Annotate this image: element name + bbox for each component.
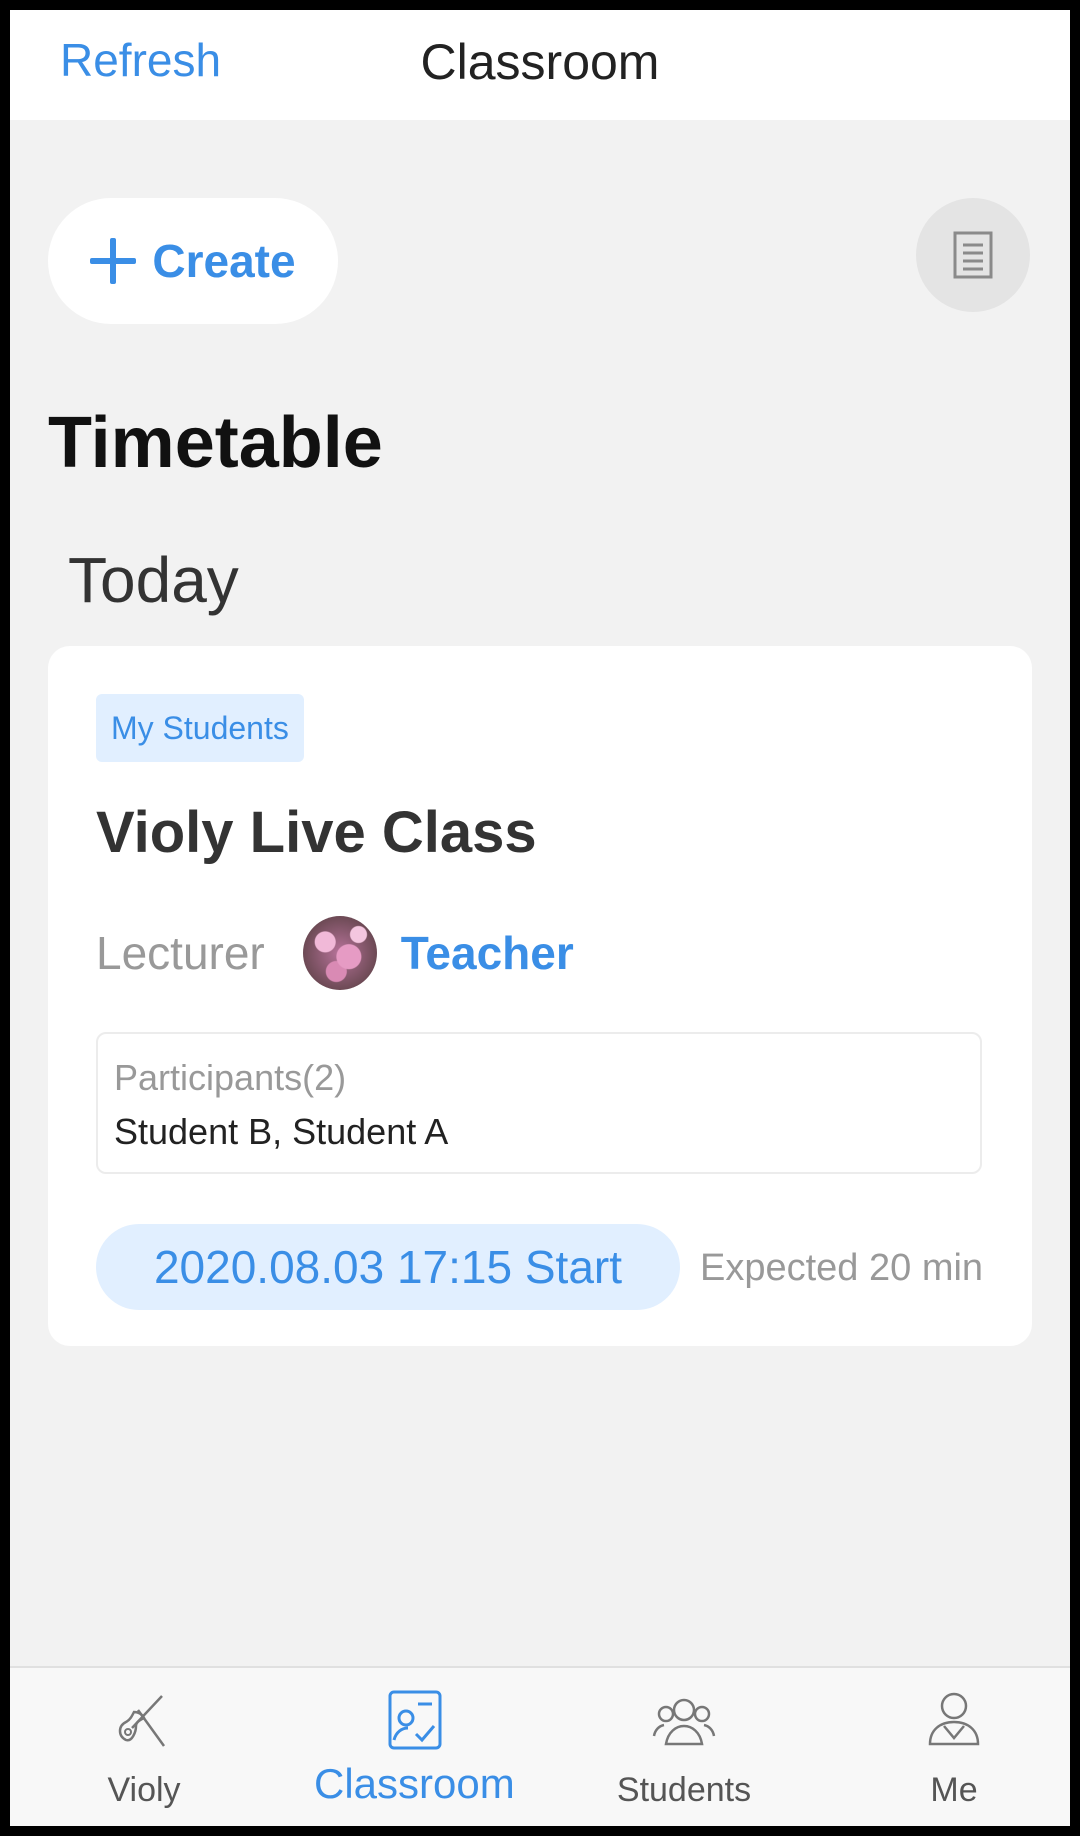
nav-item-students[interactable]: Students: [584, 1668, 784, 1826]
participants-names: Student B, Student A: [114, 1111, 449, 1152]
participants-label: Participants(2): [114, 1057, 347, 1098]
nav-label-me: Me: [930, 1771, 978, 1809]
bottom-navigation: Violy Classroom Students Me: [10, 1666, 1070, 1826]
lecturer-avatar: [302, 916, 377, 990]
start-time-button[interactable]: 2020.08.03 17:15 Start: [96, 1224, 680, 1310]
class-card[interactable]: My Students Violy Live Class Lecturer Te…: [48, 646, 1032, 1346]
timetable-heading: Timetable: [48, 403, 383, 483]
today-heading: Today: [68, 544, 239, 616]
header-bar: Refresh Classroom: [10, 10, 1070, 120]
nav-label-classroom: Classroom: [314, 1760, 515, 1807]
nav-label-students: Students: [616, 1771, 752, 1809]
participants-box: Participants(2) Student B, Student A: [96, 1032, 982, 1174]
nav-item-me[interactable]: Me: [854, 1668, 1054, 1826]
lecturer-label: Lecturer: [96, 927, 265, 979]
classroom-icon: [388, 1690, 442, 1750]
nav-item-violy[interactable]: Violy: [44, 1668, 244, 1826]
create-button[interactable]: Create: [48, 198, 338, 324]
app-screen: Refresh Classroom Create Timetable Today…: [10, 10, 1070, 1826]
user-icon: [928, 1692, 980, 1746]
create-label: Create: [152, 235, 296, 287]
lecturer-row: Lecturer Teacher: [96, 916, 574, 990]
document-list-icon: [953, 231, 993, 279]
violin-icon: [118, 1695, 166, 1747]
nav-item-classroom[interactable]: Classroom: [314, 1668, 515, 1826]
plus-icon: [90, 238, 137, 284]
class-title: Violy Live Class: [96, 800, 537, 865]
nav-label-violy: Violy: [107, 1771, 181, 1809]
document-list-button[interactable]: [916, 198, 1030, 312]
expected-duration: Expected 20 min: [700, 1247, 984, 1289]
page-title: Classroom: [420, 34, 660, 90]
class-tag: My Students: [96, 694, 304, 762]
students-icon: [652, 1698, 716, 1746]
lecturer-name[interactable]: Teacher: [401, 926, 574, 980]
